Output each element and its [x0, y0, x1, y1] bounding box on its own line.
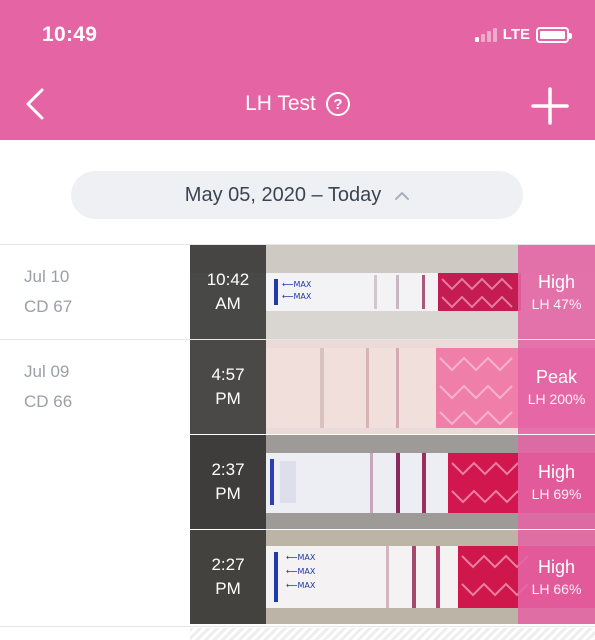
test-time-value: 2:37: [211, 460, 245, 479]
help-icon[interactable]: ?: [325, 92, 350, 116]
test-entry[interactable]: 4:57 PM Peak LH 200%: [190, 340, 595, 434]
test-time: 10:42 AM: [190, 245, 266, 339]
result-lh-percent: LH 66%: [531, 581, 582, 597]
test-time-ampm: AM: [215, 294, 241, 313]
app-header: 10:49 LTE LH Test ?: [0, 0, 595, 140]
result-lh-percent: LH 69%: [531, 486, 582, 502]
test-entry[interactable]: 2:37 PM High LH 69%: [190, 435, 595, 529]
test-result: High LH 47%: [518, 245, 595, 339]
date-range-selector[interactable]: May 05, 2020 – Today: [71, 171, 523, 219]
result-level: High: [537, 557, 576, 577]
title-bar: LH Test ?: [0, 92, 595, 116]
cycle-day: CD 66: [24, 392, 73, 411]
date-range-label: May 05, 2020 – Today: [184, 183, 382, 206]
cycle-day: CD 67: [24, 297, 73, 316]
test-result: Peak LH 200%: [518, 340, 595, 434]
svg-text:⟵MAX: ⟵MAX: [286, 567, 316, 576]
test-time-ampm: PM: [215, 484, 241, 503]
result-level: Peak: [535, 367, 578, 387]
network-label: LTE: [502, 26, 530, 43]
day-date-label: Jul 10 CD 67: [24, 262, 72, 322]
result-level: High: [537, 462, 576, 482]
test-entry[interactable]: ⟵MAX ⟵MAX 10:42 AM High LH 47%: [190, 245, 595, 339]
test-entry[interactable]: ⟵MAX ⟵MAX ⟵MAX 2:27 PM High LH 66%: [190, 530, 595, 624]
test-time: 2:37 PM: [190, 435, 266, 529]
test-time-ampm: PM: [215, 579, 241, 598]
battery-icon: [536, 26, 572, 43]
add-test-button[interactable]: [530, 86, 570, 126]
svg-text:⟵MAX: ⟵MAX: [282, 280, 312, 289]
test-time: 4:57 PM: [190, 340, 266, 434]
status-indicators: LTE: [474, 26, 572, 43]
loading-placeholder: [190, 628, 595, 640]
divider: [0, 626, 595, 627]
status-time: 10:49: [42, 23, 98, 46]
test-time-value: 2:27: [211, 555, 245, 574]
signal-icon: [474, 27, 497, 42]
svg-text:⟵MAX: ⟵MAX: [286, 581, 316, 590]
chevron-up-icon: [395, 191, 410, 200]
svg-text:⟵MAX: ⟵MAX: [282, 292, 312, 301]
result-lh-percent: LH 47%: [531, 296, 582, 312]
test-result: High LH 66%: [518, 530, 595, 624]
result-level: High: [537, 272, 576, 292]
day-date: Jul 10: [24, 267, 70, 286]
test-time-ampm: PM: [215, 389, 241, 408]
test-time: 2:27 PM: [190, 530, 266, 624]
test-time-value: 10:42: [206, 270, 250, 289]
plus-icon: [531, 87, 569, 125]
test-result: High LH 69%: [518, 435, 595, 529]
result-lh-percent: LH 200%: [527, 391, 586, 407]
day-date: Jul 09: [24, 362, 70, 381]
svg-text:⟵MAX: ⟵MAX: [286, 553, 316, 562]
test-time-value: 4:57: [211, 365, 245, 384]
page-title: LH Test: [245, 92, 316, 115]
day-date-label: Jul 09 CD 66: [24, 357, 72, 417]
